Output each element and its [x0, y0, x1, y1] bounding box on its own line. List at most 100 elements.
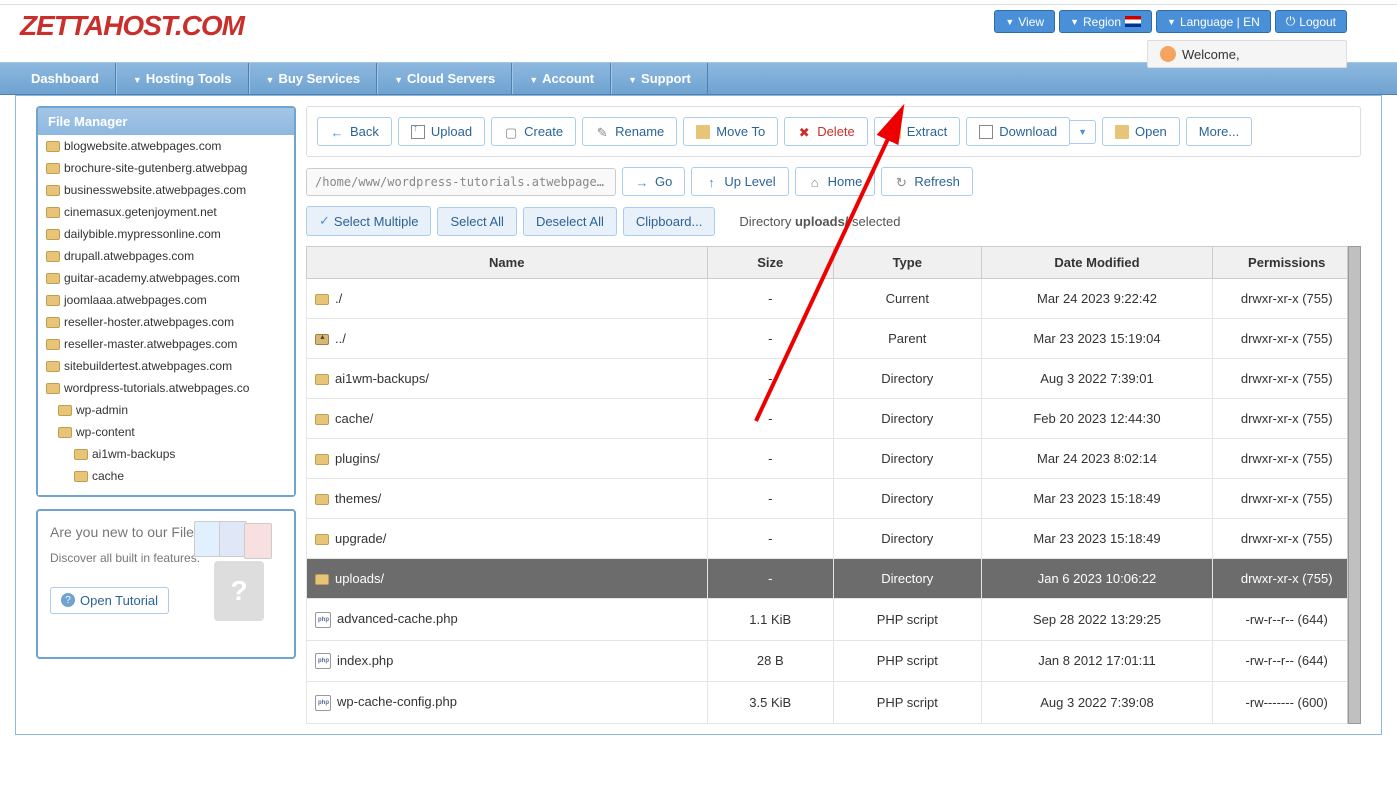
view-dropdown[interactable]: ▼View: [994, 10, 1055, 33]
refresh-button[interactable]: Refresh: [881, 167, 973, 196]
welcome-box: Welcome,: [1147, 40, 1347, 68]
folder-icon: [315, 534, 329, 545]
folder-icon: [46, 251, 60, 262]
folder-icon: [315, 574, 329, 585]
select-multiple-button[interactable]: Select Multiple: [306, 206, 431, 236]
folder-icon: [46, 317, 60, 328]
tree-item[interactable]: businesswebsite.atwebpages.com: [38, 179, 294, 201]
col-perm[interactable]: Permissions: [1213, 247, 1361, 279]
col-name[interactable]: Name: [307, 247, 708, 279]
table-row[interactable]: cache/-DirectoryFeb 20 2023 12:44:30drwx…: [307, 399, 1361, 439]
table-row[interactable]: ../-ParentMar 23 2023 15:19:04drwxr-xr-x…: [307, 319, 1361, 359]
move-to-button[interactable]: Move To: [683, 117, 778, 146]
folder-icon: [315, 494, 329, 505]
tree-item[interactable]: brochure-site-gutenberg.atwebpag: [38, 157, 294, 179]
upload-button[interactable]: Upload: [398, 117, 485, 146]
table-row[interactable]: ai1wm-backups/-DirectoryAug 3 2022 7:39:…: [307, 359, 1361, 399]
tree-item[interactable]: joomlaaa.atwebpages.com: [38, 289, 294, 311]
file-table: Name Size Type Date Modified Permissions…: [306, 246, 1361, 724]
back-button[interactable]: Back: [317, 117, 392, 146]
up-level-button[interactable]: Up Level: [691, 167, 788, 196]
php-file-icon: [315, 695, 331, 711]
tree-item[interactable]: cache: [38, 465, 294, 487]
folder-icon: [46, 295, 60, 306]
folder-icon: [46, 229, 60, 240]
upload-icon: [411, 125, 425, 139]
tree-item[interactable]: wordpress-tutorials.atwebpages.co: [38, 377, 294, 399]
open-icon: [1115, 125, 1129, 139]
folder-icon: [46, 383, 60, 394]
language-dropdown[interactable]: ▼Language | EN: [1156, 10, 1271, 33]
table-scrollbar[interactable]: [1347, 246, 1361, 724]
table-row[interactable]: advanced-cache.php1.1 KiBPHP scriptSep 2…: [307, 599, 1361, 641]
tree-item[interactable]: ai1wm-backups: [38, 443, 294, 465]
create-button[interactable]: Create: [491, 117, 576, 146]
folder-icon: [46, 273, 60, 284]
nav-hosting-tools[interactable]: ▼Hosting Tools: [116, 63, 249, 94]
col-size[interactable]: Size: [707, 247, 833, 279]
sidebar-file-manager: File Manager blogwebsite.atwebpages.comb…: [36, 106, 296, 497]
selection-info: Directory uploads/ selected: [739, 214, 900, 229]
nav-support[interactable]: ▼Support: [611, 63, 708, 94]
tree-item[interactable]: cinemasux.getenjoyment.net: [38, 201, 294, 223]
folder-icon: [46, 163, 60, 174]
nav-cloud-servers[interactable]: ▼Cloud Servers: [377, 63, 512, 94]
tree-item[interactable]: drupall.atwebpages.com: [38, 245, 294, 267]
tutorial-panel: Are you new to our File Manager? Discove…: [36, 509, 296, 659]
open-tutorial-button[interactable]: ? Open Tutorial: [50, 587, 169, 614]
deselect-all-button[interactable]: Deselect All: [523, 207, 617, 236]
flag-icon: [1125, 16, 1141, 27]
table-row[interactable]: themes/-DirectoryMar 23 2023 15:18:49drw…: [307, 479, 1361, 519]
extract-button[interactable]: Extract: [874, 117, 960, 146]
table-row[interactable]: plugins/-DirectoryMar 24 2023 8:02:14drw…: [307, 439, 1361, 479]
folder-icon: [46, 207, 60, 218]
table-row[interactable]: wp-cache-config.php3.5 KiBPHP scriptAug …: [307, 682, 1361, 724]
tree-item[interactable]: guitar-academy.atwebpages.com: [38, 267, 294, 289]
path-input[interactable]: /home/www/wordpress-tutorials.atwebpages…: [306, 168, 616, 196]
nav-account[interactable]: ▼Account: [512, 63, 611, 94]
tutorial-graphic: ?: [184, 521, 284, 621]
table-row[interactable]: index.php28 BPHP scriptJan 8 2012 17:01:…: [307, 640, 1361, 682]
tree-item[interactable]: wp-admin: [38, 399, 294, 421]
folder-icon: [46, 141, 60, 152]
download-dropdown[interactable]: ▼: [1070, 120, 1096, 144]
open-button[interactable]: Open: [1102, 117, 1180, 146]
region-dropdown[interactable]: ▼Region: [1059, 10, 1152, 33]
download-button[interactable]: Download: [966, 117, 1070, 146]
rename-button[interactable]: Rename: [582, 117, 677, 146]
table-row[interactable]: uploads/-DirectoryJan 6 2023 10:06:22drw…: [307, 559, 1361, 599]
tree-item[interactable]: wp-content: [38, 421, 294, 443]
tree-item[interactable]: reseller-master.atwebpages.com: [38, 333, 294, 355]
select-all-button[interactable]: Select All: [437, 207, 516, 236]
go-icon: [635, 175, 649, 189]
back-icon: [330, 125, 344, 139]
delete-button[interactable]: Delete: [784, 117, 868, 146]
nav-dashboard[interactable]: Dashboard: [15, 63, 116, 94]
table-row[interactable]: upgrade/-DirectoryMar 23 2023 15:18:49dr…: [307, 519, 1361, 559]
go-button[interactable]: Go: [622, 167, 685, 196]
home-icon: [808, 175, 822, 189]
tree-item[interactable]: dailybible.mypressonline.com: [38, 223, 294, 245]
home-button[interactable]: Home: [795, 167, 876, 196]
nav-buy-services[interactable]: ▼Buy Services: [249, 63, 378, 94]
table-row[interactable]: ./-CurrentMar 24 2023 9:22:42drwxr-xr-x …: [307, 279, 1361, 319]
folder-icon: [46, 361, 60, 372]
folder-icon: [315, 414, 329, 425]
check-icon: [319, 213, 330, 229]
folder-icon: [315, 374, 329, 385]
folder-icon: [315, 294, 329, 305]
move-icon: [696, 125, 710, 139]
more-button[interactable]: More...: [1186, 117, 1252, 146]
folder-icon: [58, 427, 72, 438]
logout-button[interactable]: Logout: [1275, 10, 1347, 33]
tree-item[interactable]: reseller-hoster.atwebpages.com: [38, 311, 294, 333]
tree-item[interactable]: sitebuildertest.atwebpages.com: [38, 355, 294, 377]
clipboard-button[interactable]: Clipboard...: [623, 207, 715, 236]
col-type[interactable]: Type: [834, 247, 982, 279]
col-date[interactable]: Date Modified: [981, 247, 1213, 279]
up-icon: [704, 175, 718, 189]
tree-item[interactable]: blogwebsite.atwebpages.com: [38, 135, 294, 157]
extract-icon: [887, 125, 901, 139]
folder-icon: [315, 454, 329, 465]
php-file-icon: [315, 653, 331, 669]
